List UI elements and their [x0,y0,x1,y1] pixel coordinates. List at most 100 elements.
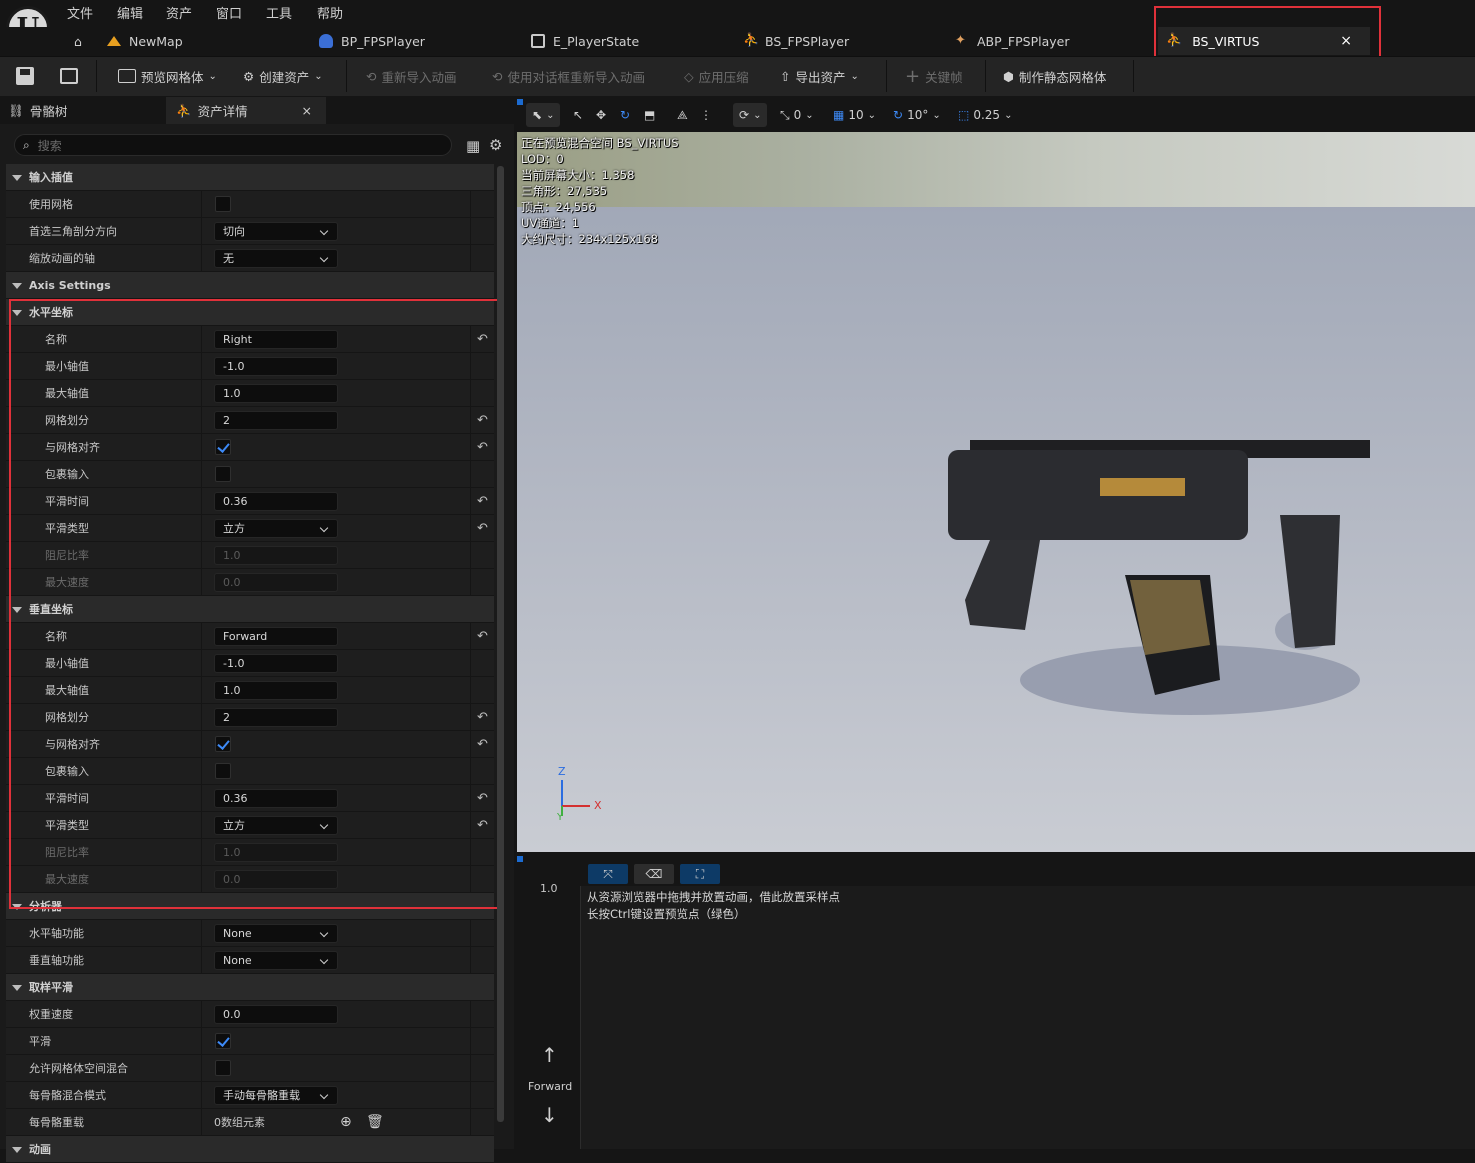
create-asset-button[interactable]: ⚙ 创建资产 ⌄ [243,56,323,96]
rotation-snap-button[interactable]: ↻ 10° ⌄ [893,103,941,127]
tab-skeleton-tree[interactable]: ⛓ 骨骼树 [8,97,67,124]
value-dropdown[interactable]: 切向 [214,222,338,241]
array-count: 0数组元素 [214,1116,265,1129]
chevron-down-icon: ⌄ [314,70,323,82]
apply-compression-button[interactable]: ◇ 应用压缩 [684,56,749,96]
world-icon: ⟳ [739,108,750,122]
tab-label: NewMap [129,33,183,49]
hud-stat-line: 当前屏幕大小：1.358 [521,168,635,182]
gear-icon[interactable]: ⚙ [489,136,502,154]
menu-asset[interactable]: 资产 [166,3,192,22]
select-icon[interactable]: ↖ [573,103,583,127]
scrollbar[interactable] [497,166,504,1122]
tab-label: BP_FPSPlayer [341,33,425,49]
chevron-down-icon: ⌄ [753,109,762,121]
value-dropdown[interactable]: 无 [214,249,338,268]
scale-snap-button[interactable]: ⬚ 0.25 ⌄ [958,103,1012,127]
static-mesh-icon: ⬢ [1003,68,1014,84]
label-toggle-button[interactable]: ⌫ [634,864,674,884]
column-divider [470,1028,471,1055]
highlight-box [9,299,502,909]
scale-snap-icon: ⬚ [958,108,970,122]
menu-edit[interactable]: 编辑 [117,3,143,22]
column-divider [201,191,202,218]
tab-abp-fpsplayer[interactable]: ✦ ABP_FPSPlayer [955,27,1069,55]
column-divider [201,920,202,947]
category-header[interactable] [6,164,494,191]
snap-icon: ⤡ [780,107,790,122]
tab-e-playerstate[interactable]: E_PlayerState [531,27,639,55]
menu-window[interactable]: 窗口 [216,3,242,22]
reimport-dialog-button[interactable]: ⟲ 使用对话框重新导入动画 [492,56,645,96]
tab-asset-details[interactable]: ⛹ 资产详情 × [166,97,326,124]
column-divider [201,1055,202,1082]
label-icon: ⌫ [645,867,663,881]
coord-system-button[interactable]: ⟳ ⌄ [733,103,768,127]
toolbar-divider [1133,60,1134,92]
snap-angle-button[interactable]: ⤡ 0 ⌄ [780,103,814,127]
chevron-down-icon: ⌄ [932,109,941,121]
caret-down-icon[interactable] [12,985,22,991]
value-dropdown[interactable]: None [214,951,338,970]
menu-help[interactable]: 帮助 [317,3,343,22]
chevron-down-icon: ⌄ [805,109,814,121]
value-dropdown[interactable]: 手动每骨骼重载 [214,1086,338,1105]
tab-newmap[interactable]: NewMap [107,27,183,55]
value-dropdown[interactable]: None [214,924,338,943]
property-label: 首选三角剖分方向 [29,225,117,238]
close-icon[interactable]: × [302,103,312,118]
trash-icon[interactable]: 🗑 [366,1114,384,1130]
reimport-icon: ⟲ [366,68,377,84]
checkbox[interactable] [215,1033,231,1049]
anim-blueprint-icon: ✦ [955,33,966,48]
caret-down-icon[interactable] [12,283,22,289]
home-icon[interactable]: ⌂ [74,27,82,55]
keyframe-button[interactable]: + 关键帧 [905,56,963,96]
column-divider [201,1109,202,1136]
rotate-icon[interactable]: ↻ [620,103,630,127]
hud-stat-line: 顶点：24,556 [521,200,596,214]
snap-toggle-button[interactable]: ⛶ [680,864,720,884]
chevron-down-icon: ⌄ [850,70,859,82]
table-view-icon[interactable]: ▦ [466,137,480,155]
export-asset-button[interactable]: ⇧ 导出资产 ⌄ [780,56,859,96]
blend-space-grid[interactable] [580,886,1475,1149]
fit-view-button[interactable]: ⤧ [588,864,628,884]
category-header[interactable] [6,974,494,1001]
move-icon[interactable]: ✥ [596,103,606,127]
menu-tools[interactable]: 工具 [266,3,292,22]
save-icon[interactable] [16,56,34,96]
preview-mesh-button[interactable]: 预览网格体 ⌄ [118,56,217,96]
make-static-mesh-button[interactable]: ⬢ 制作静态网格体 [1003,56,1106,96]
chevron-down-icon: ⌄ [208,70,217,82]
scale-icon[interactable]: ⬒ [644,103,655,127]
tab-bs-fpsplayer[interactable]: ⛹ BS_FPSPlayer [743,27,849,55]
enum-icon [531,34,545,48]
tab-label: BS_FPSPlayer [765,33,850,49]
add-element-icon[interactable]: ⊕ [340,1114,352,1130]
snap-grid-icon: ⛶ [695,866,705,881]
search-input[interactable]: ⌕ 搜索 [14,134,452,156]
caret-down-icon[interactable] [12,1147,22,1153]
tab-bp-fpsplayer[interactable]: BP_FPSPlayer [319,27,425,55]
more-icon[interactable]: ⋮ [700,103,712,127]
toolbar-divider [985,60,986,92]
column-divider [470,920,471,947]
value-field[interactable]: 0.0 [214,1005,338,1024]
viewport-corner-marker [517,99,523,105]
vertical-axis-label: Forward [528,1080,573,1093]
menu-file[interactable]: 文件 [67,3,93,22]
caret-down-icon[interactable] [12,175,22,181]
checkbox[interactable] [215,1060,231,1076]
blendspace-icon: ⛹ [743,33,760,48]
surface-snap-icon[interactable]: ⟁ [677,103,688,127]
browse-asset-icon[interactable] [60,56,78,96]
category-header[interactable] [6,1136,494,1163]
grid-snap-button[interactable]: ▦ 10 ⌄ [833,103,876,127]
reimport-button[interactable]: ⟲ 重新导入动画 [366,56,457,96]
select-mode-button[interactable]: ⬉ ⌄ [526,103,561,127]
checkbox[interactable] [215,196,231,212]
column-divider [201,947,202,974]
property-label: 水平轴功能 [29,927,84,940]
make-static-mesh-label: 制作静态网格体 [1018,69,1107,85]
